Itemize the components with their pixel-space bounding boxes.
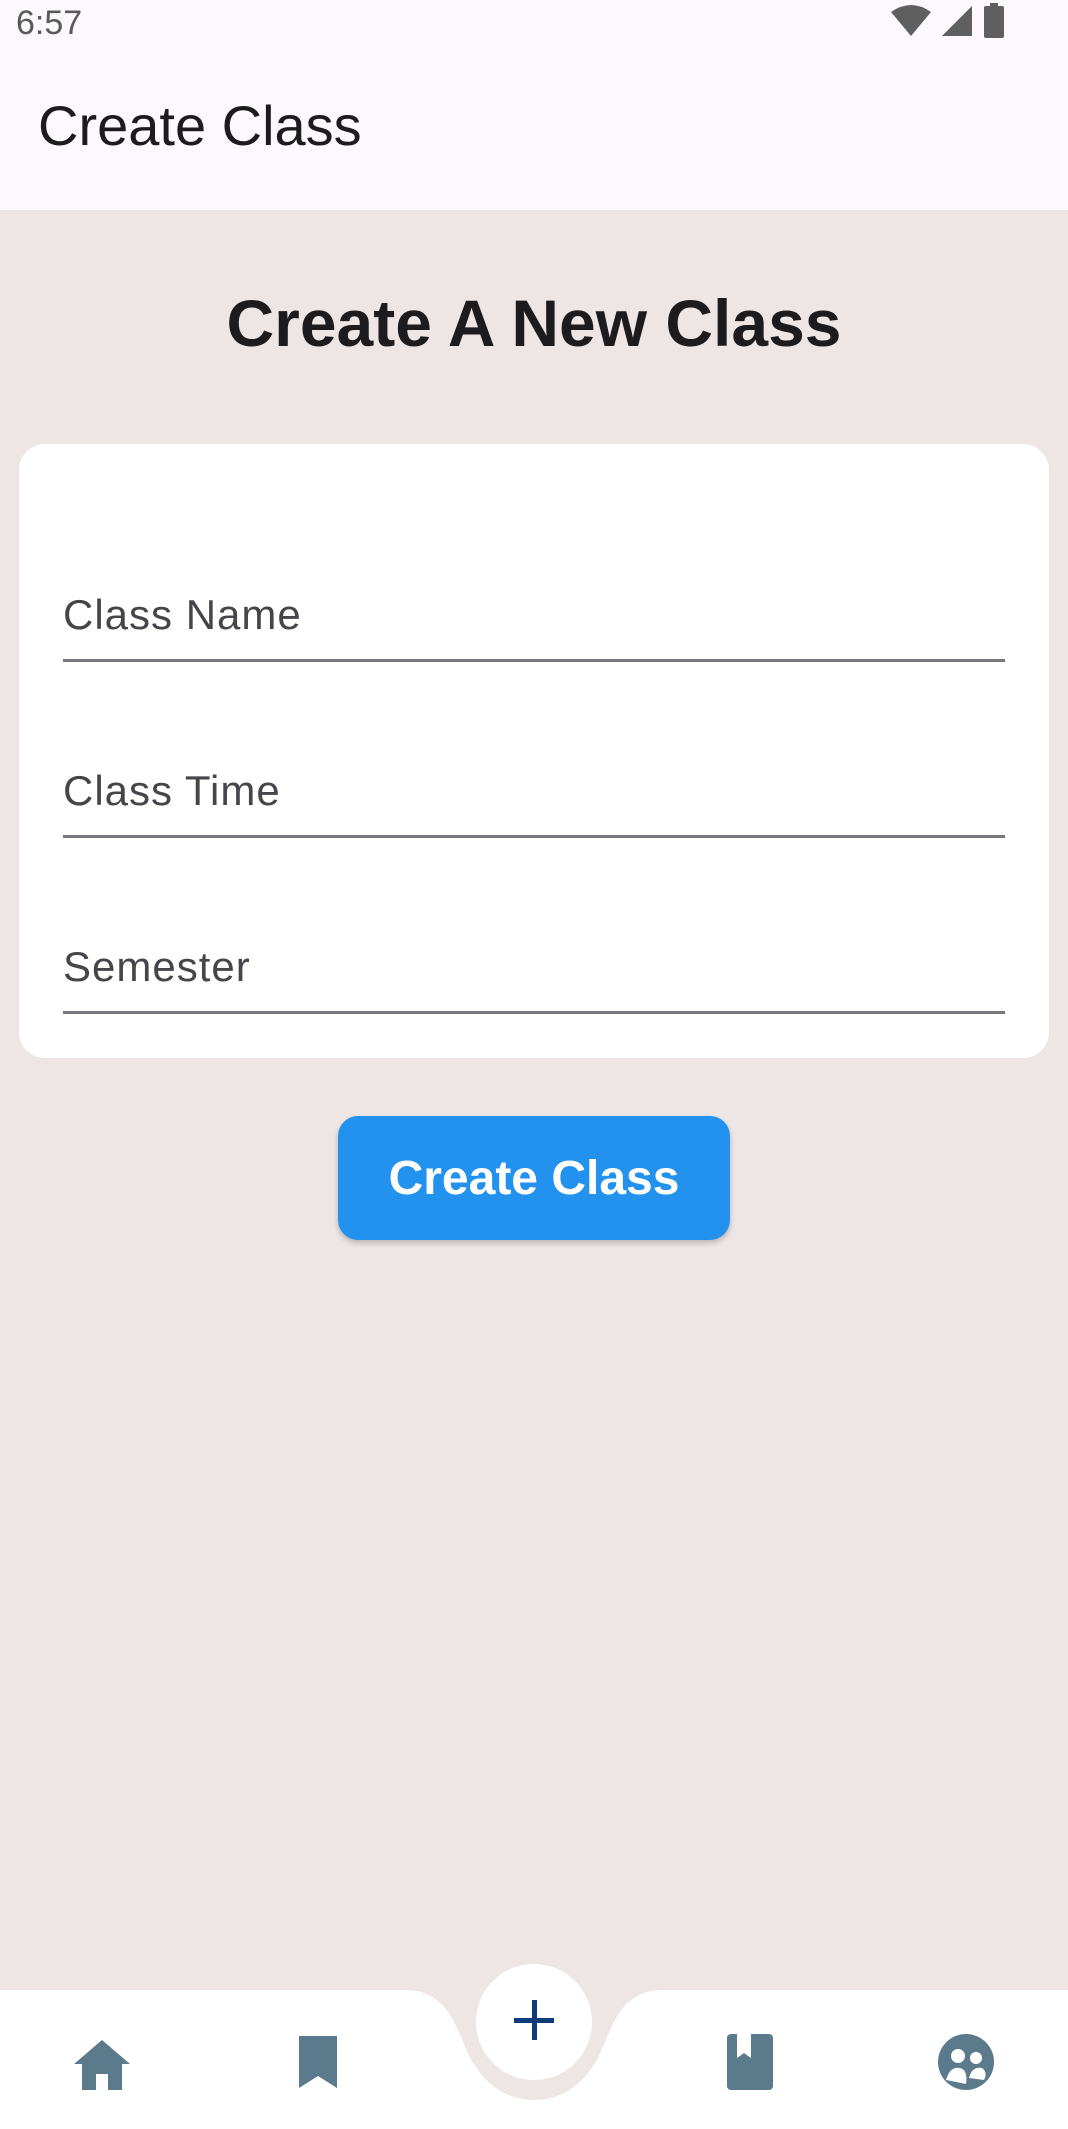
home-icon (72, 2036, 132, 2097)
nav-home[interactable] (62, 2026, 142, 2106)
status-icons (890, 2, 1006, 43)
class-time-input[interactable] (63, 662, 1009, 840)
page-heading: Create A New Class (226, 286, 842, 360)
status-time: 6:57 (16, 4, 83, 42)
nav-bookmarks[interactable] (278, 2024, 358, 2104)
add-icon (512, 1998, 556, 2047)
app-bar: Create Class (0, 48, 1068, 210)
cell-signal-icon (940, 4, 974, 43)
semester-input[interactable] (63, 838, 1009, 1016)
nav-classes[interactable] (710, 2024, 790, 2104)
group-icon (936, 2032, 996, 2097)
add-class-fab[interactable] (476, 1964, 592, 2080)
class-name-input[interactable] (63, 486, 1009, 664)
nav-groups[interactable] (926, 2024, 1006, 2104)
class-name-field: Class Name (63, 486, 1009, 664)
battery-icon (982, 2, 1006, 44)
book-icon (725, 2032, 775, 2097)
app-bar-title: Create Class (38, 94, 362, 157)
semester-underline (63, 1011, 1005, 1014)
form-card: Class Name Class Time Semester (19, 444, 1049, 1058)
create-class-button[interactable]: Create Class (338, 1116, 730, 1240)
wifi-icon (890, 4, 932, 43)
semester-field: Semester (63, 838, 1009, 1016)
bookmark-icon (295, 2034, 341, 2095)
class-time-field: Class Time (63, 662, 1009, 840)
status-bar: 6:57 (0, 0, 1068, 48)
